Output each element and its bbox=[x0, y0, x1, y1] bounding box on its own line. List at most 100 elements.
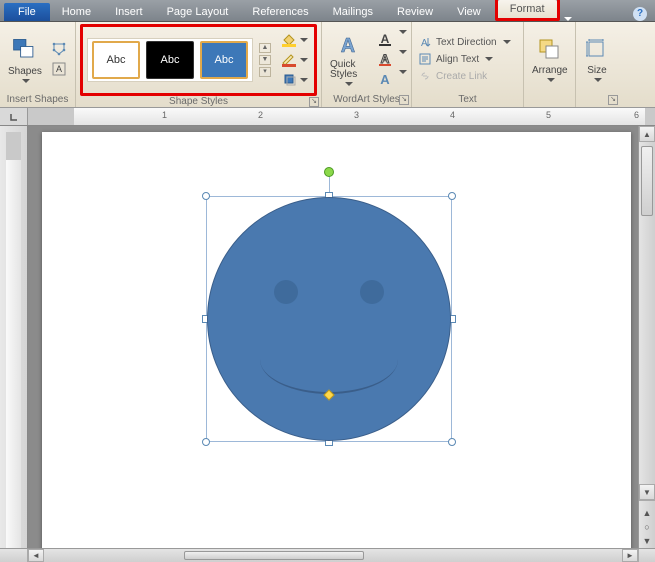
shape-selection-box[interactable] bbox=[206, 196, 452, 442]
hscroll-right-button[interactable]: ► bbox=[622, 549, 638, 562]
page[interactable] bbox=[42, 132, 631, 548]
shape-style-gallery[interactable]: Abc Abc Abc bbox=[87, 38, 253, 82]
ruler-num: 5 bbox=[546, 110, 551, 120]
tab-page-layout[interactable]: Page Layout bbox=[155, 3, 241, 21]
vertical-scrollbar[interactable]: ▲ ▼ ▲ ○ ▼ bbox=[638, 126, 655, 548]
align-text-button[interactable]: Align Text bbox=[416, 51, 513, 67]
smiley-shape[interactable] bbox=[207, 197, 451, 441]
shape-style-2[interactable]: Abc bbox=[146, 41, 194, 79]
dialog-launcher-size[interactable]: ↘ bbox=[608, 95, 618, 105]
group-size: Size ↘ bbox=[576, 22, 620, 107]
resize-handle-sw[interactable] bbox=[202, 438, 210, 446]
horizontal-scrollbar[interactable]: ◄ ► bbox=[0, 548, 655, 562]
scroll-thumb[interactable] bbox=[641, 146, 653, 216]
ruler-vertical[interactable] bbox=[0, 126, 28, 548]
shapes-gallery-button[interactable]: Shapes bbox=[4, 34, 46, 85]
gallery-up-icon[interactable]: ▲ bbox=[259, 43, 271, 53]
arrange-button[interactable]: Arrange bbox=[528, 35, 572, 84]
tab-home[interactable]: Home bbox=[50, 3, 103, 21]
chevron-down-icon bbox=[22, 79, 30, 83]
hscroll-thumb[interactable] bbox=[184, 551, 364, 560]
resize-handle-nw[interactable] bbox=[202, 192, 210, 200]
svg-text:A: A bbox=[56, 64, 62, 74]
edit-shape-button[interactable] bbox=[50, 40, 68, 58]
link-icon bbox=[418, 69, 432, 83]
prev-page-button[interactable]: ▲ bbox=[639, 506, 655, 520]
help-icon[interactable]: ? bbox=[633, 7, 647, 21]
group-label-size: ↘ bbox=[580, 94, 616, 106]
tab-insert[interactable]: Insert bbox=[103, 3, 155, 21]
next-page-button[interactable]: ▼ bbox=[639, 534, 655, 548]
svg-text:A: A bbox=[421, 38, 428, 49]
rotation-handle[interactable] bbox=[324, 167, 334, 177]
resize-handle-ne[interactable] bbox=[448, 192, 456, 200]
pen-outline-icon bbox=[281, 53, 297, 67]
arrange-label: Arrange bbox=[532, 65, 568, 76]
chevron-down-icon bbox=[485, 57, 493, 61]
tab-view[interactable]: View bbox=[445, 3, 493, 21]
tab-format[interactable]: Format bbox=[498, 0, 557, 18]
tab-review[interactable]: Review bbox=[385, 3, 445, 21]
svg-text:A: A bbox=[380, 72, 390, 87]
chevron-down-icon bbox=[594, 78, 602, 82]
size-label: Size bbox=[587, 65, 606, 76]
smiley-eye-right bbox=[360, 280, 384, 304]
text-outline-button[interactable]: A bbox=[375, 50, 407, 68]
svg-text:A: A bbox=[340, 35, 354, 57]
quick-styles-button[interactable]: A Quick Styles bbox=[326, 30, 369, 88]
shape-effects-button[interactable] bbox=[279, 71, 310, 89]
text-fill-button[interactable]: A bbox=[375, 30, 407, 48]
hscroll-spacer bbox=[638, 549, 655, 562]
align-text-label: Align Text bbox=[436, 54, 479, 65]
shape-outline-button[interactable] bbox=[279, 51, 310, 69]
tab-file[interactable]: File bbox=[4, 3, 50, 21]
group-label-text: Text bbox=[416, 94, 519, 106]
arrange-icon bbox=[537, 37, 563, 63]
smiley-eye-left bbox=[274, 280, 298, 304]
quick-styles-icon: A bbox=[335, 32, 361, 58]
svg-text:A: A bbox=[381, 52, 390, 66]
shape-style-3[interactable]: Abc bbox=[200, 41, 248, 79]
tab-more-caret[interactable] bbox=[564, 17, 572, 21]
shape-style-1[interactable]: Abc bbox=[92, 41, 140, 79]
dialog-launcher-wordart[interactable]: ↘ bbox=[399, 95, 409, 105]
gallery-down-icon[interactable]: ▼ bbox=[259, 55, 271, 65]
hscroll-track[interactable] bbox=[44, 549, 622, 562]
gallery-more-icon[interactable]: ▾ bbox=[259, 67, 271, 77]
resize-handle-se[interactable] bbox=[448, 438, 456, 446]
document-viewport[interactable]: ▲ ▼ ▲ ○ ▼ bbox=[28, 126, 655, 548]
chevron-down-icon bbox=[345, 82, 353, 86]
hscroll-left-button[interactable]: ◄ bbox=[28, 549, 44, 562]
quick-styles-label: Quick Styles bbox=[330, 60, 365, 80]
size-icon bbox=[584, 37, 610, 63]
shape-style-scroll[interactable]: ▲ ▼ ▾ bbox=[259, 43, 271, 77]
workspace: ▲ ▼ ▲ ○ ▼ bbox=[0, 126, 655, 548]
tab-references[interactable]: References bbox=[240, 3, 320, 21]
ruler-horizontal[interactable]: 1 2 3 4 5 6 bbox=[28, 108, 655, 125]
size-button[interactable]: Size bbox=[580, 35, 614, 84]
hscroll-corner bbox=[0, 549, 28, 562]
group-arrange: Arrange bbox=[524, 22, 576, 107]
create-link-label: Create Link bbox=[436, 71, 487, 82]
group-label-insert-shapes: Insert Shapes bbox=[4, 94, 71, 106]
tab-selector[interactable] bbox=[0, 108, 28, 125]
ruler-num: 4 bbox=[450, 110, 455, 120]
scroll-up-button[interactable]: ▲ bbox=[639, 126, 655, 142]
tab-mailings[interactable]: Mailings bbox=[321, 3, 385, 21]
shape-fill-button[interactable] bbox=[279, 31, 310, 49]
group-label-arrange bbox=[528, 94, 571, 106]
text-direction-icon: A bbox=[418, 35, 432, 49]
text-direction-button[interactable]: A Text Direction bbox=[416, 34, 513, 50]
dialog-launcher-shape-styles[interactable]: ↘ bbox=[309, 97, 319, 107]
text-effects-button[interactable]: A bbox=[375, 70, 407, 88]
text-fill-icon: A bbox=[377, 31, 393, 47]
chevron-down-icon bbox=[300, 78, 308, 82]
chevron-down-icon bbox=[399, 70, 407, 74]
scroll-down-button[interactable]: ▼ bbox=[639, 484, 655, 500]
browse-object-button[interactable]: ○ bbox=[639, 520, 655, 534]
scroll-track[interactable] bbox=[639, 142, 655, 484]
ruler-num: 1 bbox=[162, 110, 167, 120]
ribbon: Shapes A Insert Shapes Abc Abc Abc bbox=[0, 22, 655, 108]
text-box-button[interactable]: A bbox=[50, 60, 68, 78]
group-shape-styles: Abc Abc Abc ▲ ▼ ▾ bbox=[76, 22, 322, 107]
